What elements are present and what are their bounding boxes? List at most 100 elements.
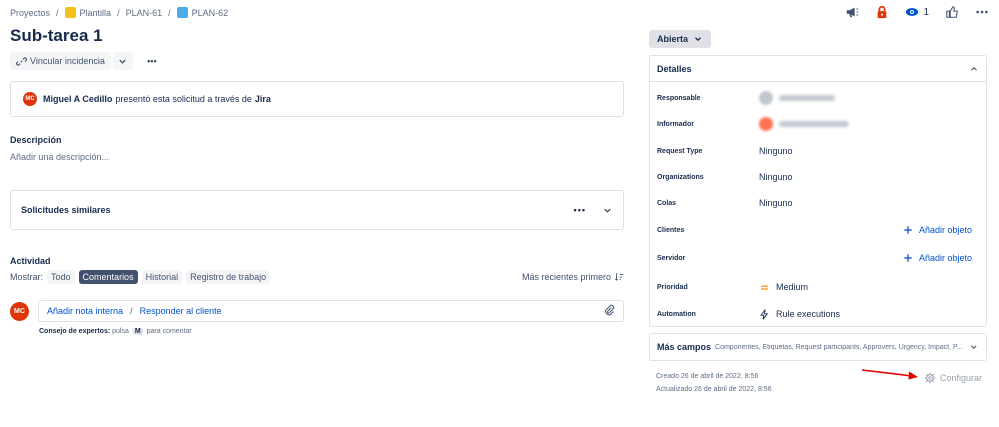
similar-requests-more-button[interactable]: ••• (574, 205, 586, 215)
field-row-automation: Automation Rule executions (657, 307, 972, 321)
activity-filter-row: Mostrar: Todo Comentarios Historial Regi… (10, 270, 624, 284)
watch-button[interactable]: 1 (905, 5, 929, 19)
breadcrumb-current-label: PLAN-62 (191, 7, 229, 18)
more-actions-button[interactable] (975, 5, 989, 19)
avatar (759, 91, 773, 105)
lock-icon (878, 5, 887, 19)
breadcrumb-separator: / (56, 7, 59, 18)
filter-all[interactable]: Todo (47, 270, 75, 284)
breadcrumb-separator: / (168, 7, 171, 18)
eye-icon (906, 8, 919, 16)
description-field[interactable]: Añadir una descripción... (10, 152, 109, 162)
priority-medium-icon (761, 284, 768, 290)
add-object-button[interactable]: Añadir objeto (903, 225, 972, 235)
breadcrumb-template-label: Plantilla (79, 7, 112, 18)
configure-button[interactable]: Configurar (924, 372, 982, 384)
more-icon (976, 10, 988, 14)
vote-button[interactable] (945, 5, 959, 19)
avatar: MC (23, 92, 37, 106)
link-issue-dropdown[interactable] (112, 52, 133, 70)
details-title: Detalles (657, 63, 692, 74)
field-label: Organizations (657, 173, 704, 181)
field-label: Prioridad (657, 283, 688, 291)
requester-name[interactable]: Miguel A Cedillo (43, 94, 112, 104)
thumbs-up-icon (946, 6, 958, 18)
field-row-reporter: Informador (657, 117, 972, 131)
composer-separator: / (130, 306, 133, 316)
queues-value[interactable]: Ninguno (759, 198, 793, 208)
sort-label: Más recientes primero (521, 272, 611, 282)
field-label: Automation (657, 310, 696, 318)
breadcrumb-template[interactable]: Plantilla (64, 7, 112, 18)
field-row-priority: Prioridad Medium (657, 280, 972, 294)
link-issue-button[interactable]: Vincular incidencia (10, 52, 111, 70)
rule-executions-button[interactable]: Rule executions (759, 308, 841, 320)
restriction-button[interactable] (875, 5, 889, 19)
annotation-arrow (861, 369, 918, 380)
breadcrumb-parent[interactable]: PLAN-61 (126, 8, 163, 18)
filter-history[interactable]: Historial (141, 270, 183, 284)
add-object-label: Añadir objeto (918, 253, 972, 263)
field-label: Servidor (657, 254, 686, 262)
details-header[interactable]: Detalles (650, 56, 986, 82)
reply-to-customer-button[interactable]: Responder al cliente (140, 306, 222, 316)
field-label: Informador (657, 120, 694, 128)
feedback-button[interactable] (845, 5, 859, 19)
gear-icon (924, 372, 936, 384)
comment-composer[interactable]: Añadir nota interna / Responder al clien… (38, 300, 624, 322)
add-object-label: Añadir objeto (918, 225, 972, 235)
field-row-server: Servidor Añadir objeto (657, 251, 972, 265)
chevron-down-icon[interactable] (602, 205, 613, 216)
link-issue-label: Vincular incidencia (30, 56, 105, 66)
request-channel: Jira (254, 94, 271, 104)
avatar (759, 117, 773, 131)
breadcrumb-current[interactable]: PLAN-62 (176, 7, 229, 18)
sort-button[interactable]: Más recientes primero (522, 272, 624, 282)
chevron-down-icon (119, 59, 127, 64)
show-label: Mostrar: (10, 272, 44, 282)
filter-comments[interactable]: Comentarios (78, 270, 138, 284)
field-row-organizations: Organizations Ninguno (657, 170, 972, 184)
status-dropdown[interactable]: Abierta (649, 30, 712, 48)
request-type-value[interactable]: Ninguno (759, 146, 793, 156)
more-fields-title: Más campos (657, 342, 712, 352)
more-fields-panel[interactable]: Más campos Componentes, Etiquetas, Reque… (649, 333, 987, 361)
priority-value[interactable]: Medium (759, 282, 808, 293)
plus-icon (904, 254, 912, 262)
tip-prefix: Consejo de expertos: (39, 328, 111, 335)
megaphone-icon (847, 7, 859, 18)
field-label: Clientes (657, 226, 685, 234)
assignee-value[interactable] (759, 91, 835, 105)
details-panel: Detalles Responsable Informador Request … (649, 55, 987, 327)
lightning-icon (760, 308, 769, 320)
reporter-value[interactable] (759, 117, 849, 131)
project-icon (64, 7, 76, 18)
tip-suffix: para comentar (146, 328, 192, 335)
organizations-value[interactable]: Ninguno (759, 172, 793, 182)
add-internal-note-button[interactable]: Añadir nota interna (47, 306, 123, 316)
updated-timestamp: Actualizado 26 de abril de 2022, 8:56 (656, 386, 772, 393)
add-object-button[interactable]: Añadir objeto (903, 253, 972, 263)
issue-title[interactable]: Sub-tarea 1 (10, 26, 103, 46)
field-label: Responsable (657, 94, 701, 102)
chevron-down-icon (971, 345, 977, 349)
issue-actions: 1 (845, 5, 989, 19)
request-description: presentó esta solicitud a través de (115, 94, 252, 104)
similar-requests-title: Solicitudes similares (21, 205, 111, 215)
plus-icon (904, 226, 912, 234)
field-row-assignee: Responsable (657, 91, 972, 105)
activity-heading: Actividad (10, 256, 51, 266)
avatar: MC (10, 302, 29, 321)
redacted-text (779, 95, 835, 101)
toolbar-more-button[interactable]: ••• (141, 52, 163, 70)
breadcrumb: Proyectos / Plantilla / PLAN-61 / PLAN-6… (10, 7, 228, 18)
breadcrumb-projects[interactable]: Proyectos (10, 8, 50, 18)
breadcrumb-separator: / (117, 7, 120, 18)
field-label: Colas (657, 199, 677, 207)
attachment-button[interactable] (603, 304, 615, 318)
rule-executions-label: Rule executions (776, 309, 841, 319)
filter-worklog[interactable]: Registro de trabajo (186, 270, 271, 284)
sort-icon (614, 273, 624, 281)
description-heading: Descripción (10, 135, 62, 145)
field-row-queues: Colas Ninguno (657, 196, 972, 210)
